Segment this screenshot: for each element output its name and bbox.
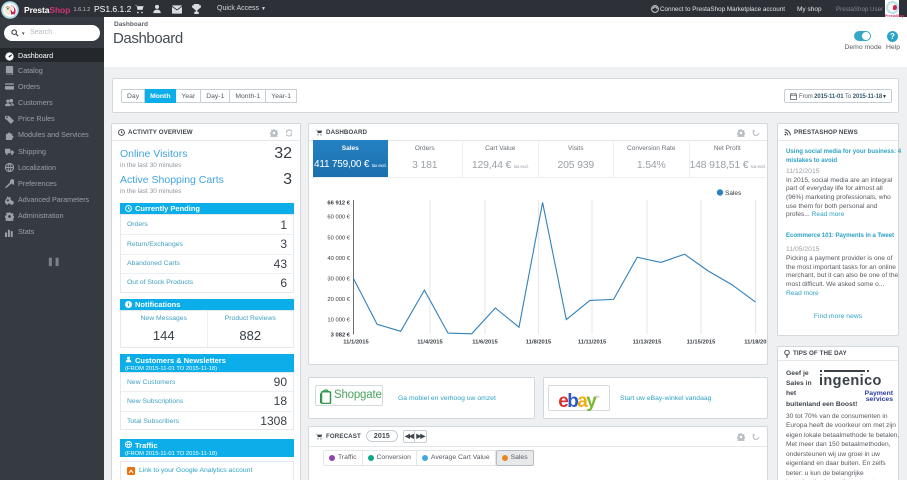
svg-text:50 000 €: 50 000 € — [327, 235, 350, 241]
svg-text:11/11/2015: 11/11/2015 — [578, 339, 607, 345]
svg-text:30 000 €: 30 000 € — [327, 276, 350, 282]
svg-text:20 000 €: 20 000 € — [327, 297, 350, 303]
svg-text:40 000 €: 40 000 € — [327, 255, 350, 261]
svg-text:11/1/2015: 11/1/2015 — [343, 339, 369, 345]
svg-text:11/15/2015: 11/15/2015 — [687, 339, 716, 345]
svg-text:66 912 €: 66 912 € — [327, 200, 350, 206]
svg-text:11/6/2015: 11/6/2015 — [472, 339, 498, 345]
svg-text:11/18/201: 11/18/201 — [744, 339, 768, 345]
svg-text:Sales: Sales — [725, 190, 742, 197]
svg-text:3 082 €: 3 082 € — [331, 332, 351, 338]
svg-text:11/4/2015: 11/4/2015 — [417, 339, 443, 345]
svg-text:60 000 €: 60 000 € — [327, 214, 350, 220]
svg-text:11/8/2015: 11/8/2015 — [526, 339, 552, 345]
svg-text:10 000 €: 10 000 € — [327, 317, 350, 323]
svg-text:11/13/2015: 11/13/2015 — [633, 339, 662, 345]
